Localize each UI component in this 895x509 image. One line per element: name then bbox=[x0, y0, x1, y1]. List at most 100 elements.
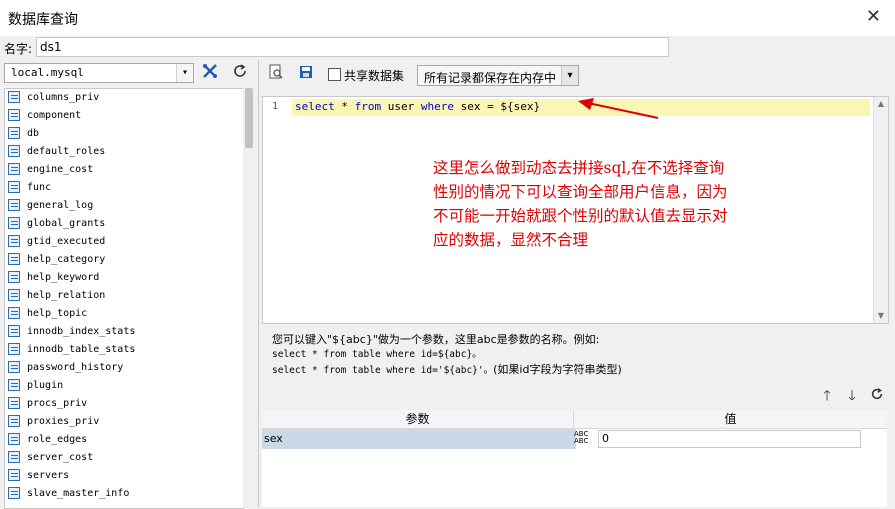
move-up-icon[interactable]: 🡑 bbox=[817, 387, 837, 405]
table-name: role_edges bbox=[27, 434, 88, 445]
list-item[interactable]: func bbox=[5, 179, 243, 197]
connection-settings-icon[interactable] bbox=[200, 63, 220, 83]
chevron-down-icon[interactable]: ▾ bbox=[561, 66, 578, 85]
param-value-input[interactable]: 0 bbox=[598, 430, 861, 448]
list-item[interactable]: password_history bbox=[5, 359, 243, 377]
table-name: innodb_table_stats bbox=[27, 344, 136, 355]
sql-keyword-from: from bbox=[354, 100, 382, 113]
table-name: slave_master_info bbox=[27, 488, 130, 499]
table-name: gtid_executed bbox=[27, 236, 106, 247]
title-bar: 数据库查询 ✕ bbox=[0, 0, 895, 36]
list-item[interactable]: innodb_table_stats bbox=[5, 341, 243, 359]
table-name: columns_priv bbox=[27, 92, 100, 103]
scroll-down-icon[interactable]: ▼ bbox=[874, 309, 888, 323]
list-item[interactable]: help_category bbox=[5, 251, 243, 269]
list-item[interactable]: servers bbox=[5, 467, 243, 485]
sql-keyword-select: select bbox=[295, 100, 335, 113]
param-table: 参数 值 sex ABC ABC 0 bbox=[262, 410, 887, 507]
table-icon bbox=[8, 217, 20, 229]
list-item[interactable]: plugin bbox=[5, 377, 243, 395]
table-list-scrollbar[interactable] bbox=[243, 88, 255, 507]
table-icon bbox=[8, 271, 20, 283]
db-toolbar: local.mysql ▾ bbox=[4, 63, 256, 85]
list-item[interactable]: proxies_priv bbox=[5, 413, 243, 431]
annotation-text: 这里怎么做到动态去拼接sql,在不选择查询性别的情况下可以查询全部用户信息，因为… bbox=[433, 159, 728, 249]
list-item[interactable]: default_roles bbox=[5, 143, 243, 161]
table-icon bbox=[8, 127, 20, 139]
table-icon bbox=[8, 451, 20, 463]
table-icon bbox=[8, 109, 20, 121]
name-input[interactable] bbox=[36, 37, 669, 57]
table-icon bbox=[8, 325, 20, 337]
list-item[interactable]: help_topic bbox=[5, 305, 243, 323]
list-item[interactable]: gtid_executed bbox=[5, 233, 243, 251]
query-toolbar: 共享数据集 所有记录都保存在内存中 ▾ bbox=[260, 62, 895, 86]
table-icon bbox=[8, 433, 20, 445]
sql-keyword-where: where bbox=[420, 100, 454, 113]
chevron-down-icon[interactable]: ▾ bbox=[176, 64, 193, 82]
table-name: server_cost bbox=[27, 452, 94, 463]
table-icon bbox=[8, 289, 20, 301]
list-item[interactable]: global_grants bbox=[5, 215, 243, 233]
table-icon bbox=[8, 469, 20, 481]
line-gutter: 1 bbox=[263, 97, 291, 323]
scroll-up-icon[interactable]: ▲ bbox=[874, 97, 888, 111]
connection-value: local.mysql bbox=[11, 66, 84, 79]
list-item[interactable]: db bbox=[5, 125, 243, 143]
table-icon bbox=[8, 415, 20, 427]
table-icon bbox=[8, 379, 20, 391]
list-item[interactable]: server_cost bbox=[5, 449, 243, 467]
share-dataset-checkbox[interactable] bbox=[328, 68, 341, 81]
list-item[interactable]: engine_cost bbox=[5, 161, 243, 179]
table-name: help_keyword bbox=[27, 272, 100, 283]
refresh-params-icon[interactable] bbox=[867, 387, 887, 405]
table-name: password_history bbox=[27, 362, 124, 373]
table-icon bbox=[8, 145, 20, 157]
list-item[interactable]: component bbox=[5, 107, 243, 125]
save-icon[interactable] bbox=[296, 64, 316, 84]
table-icon bbox=[8, 253, 20, 265]
window-title: 数据库查询 bbox=[8, 12, 78, 28]
close-icon[interactable]: ✕ bbox=[866, 6, 881, 27]
table-icon bbox=[8, 307, 20, 319]
table-icon bbox=[8, 235, 20, 247]
connection-select[interactable]: local.mysql ▾ bbox=[4, 63, 194, 83]
table-icon bbox=[8, 343, 20, 355]
scrollbar-thumb[interactable] bbox=[245, 88, 253, 148]
table-name: servers bbox=[27, 470, 70, 481]
annotation-arrow-icon bbox=[578, 98, 659, 119]
table-name: func bbox=[27, 182, 52, 193]
table-name: plugin bbox=[27, 380, 64, 391]
param-type-icon[interactable]: ABC ABC bbox=[574, 429, 596, 451]
list-item[interactable]: columns_priv bbox=[5, 89, 243, 107]
list-item[interactable]: innodb_index_stats bbox=[5, 323, 243, 341]
sql-code[interactable]: select * from user where sex = ${sex} bbox=[295, 100, 540, 113]
move-down-icon[interactable]: 🡓 bbox=[842, 387, 862, 405]
refresh-icon[interactable] bbox=[230, 63, 250, 83]
table-name: db bbox=[27, 128, 40, 139]
editor-scrollbar[interactable]: ▲ ▼ bbox=[873, 97, 888, 323]
memory-mode-select[interactable]: 所有记录都保存在内存中 ▾ bbox=[417, 65, 579, 86]
table-list[interactable]: columns_priv component db default_roles engi… bbox=[4, 88, 244, 509]
share-dataset-label: 共享数据集 bbox=[344, 69, 405, 83]
list-item[interactable]: slave_master_info bbox=[5, 485, 243, 503]
param-col-header-name: 参数 bbox=[262, 410, 574, 429]
table-name: component bbox=[27, 110, 82, 121]
table-icon bbox=[8, 361, 20, 373]
table-name: proxies_priv bbox=[27, 416, 100, 427]
help-line-3-note: (如果id字段为字符串类型) bbox=[493, 363, 622, 376]
memory-mode-value: 所有记录都保存在内存中 bbox=[424, 71, 557, 85]
table-name: help_category bbox=[27, 254, 106, 265]
list-item[interactable]: help_relation bbox=[5, 287, 243, 305]
preview-icon[interactable] bbox=[266, 64, 286, 84]
table-icon bbox=[8, 397, 20, 409]
help-line-1: 您可以键入"${abc}"做为一个参数，这里abc是参数的名称。例如: bbox=[272, 333, 600, 346]
list-item[interactable]: general_log bbox=[5, 197, 243, 215]
param-name-cell[interactable]: sex bbox=[262, 429, 576, 449]
list-item[interactable]: role_edges bbox=[5, 431, 243, 449]
table-name: global_grants bbox=[27, 218, 106, 229]
list-item[interactable]: procs_priv bbox=[5, 395, 243, 413]
table-browser-panel: local.mysql ▾ columns_priv component db def… bbox=[0, 60, 259, 509]
list-item[interactable]: help_keyword bbox=[5, 269, 243, 287]
help-line-2: select * from table where id=${abc}。 bbox=[272, 349, 482, 360]
